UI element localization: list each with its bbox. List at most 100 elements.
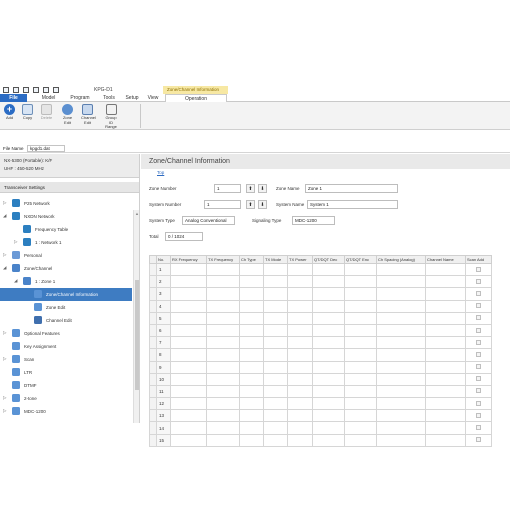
row-selector[interactable]: [149, 287, 157, 301]
table-cell[interactable]: [376, 262, 426, 277]
table-cell[interactable]: [263, 397, 288, 411]
table-cell[interactable]: [376, 372, 426, 386]
row-selector[interactable]: [149, 433, 157, 447]
tree-item[interactable]: ▷ MDC-1200: [0, 405, 132, 418]
table-cell[interactable]: [206, 299, 240, 313]
table-cell[interactable]: [206, 421, 240, 435]
scan-add-checkbox[interactable]: [476, 412, 481, 418]
column-header[interactable]: Ch Spacing (Analog): [376, 255, 426, 264]
table-cell[interactable]: [344, 360, 377, 374]
tree-item[interactable]: ◢ 1 : Zone 1: [0, 275, 132, 288]
table-row[interactable]: 4: [149, 299, 492, 313]
collapse-icon[interactable]: ◢: [14, 278, 17, 284]
table-cell[interactable]: [263, 360, 288, 374]
table-cell[interactable]: [287, 421, 313, 435]
table-cell[interactable]: [287, 360, 313, 374]
system-number-down-button[interactable]: ⬇: [258, 200, 267, 209]
system-name-field[interactable]: System 1: [307, 200, 398, 209]
table-cell[interactable]: [263, 336, 288, 350]
group-id-range-button[interactable]: Group ID Range: [103, 104, 119, 130]
table-cell[interactable]: [287, 397, 313, 411]
table-cell[interactable]: [206, 433, 240, 447]
table-cell[interactable]: [425, 360, 466, 374]
table-cell[interactable]: [425, 287, 466, 301]
table-cell[interactable]: [239, 372, 264, 386]
table-cell[interactable]: [239, 262, 264, 277]
table-cell[interactable]: [287, 299, 313, 313]
tree-scrollbar[interactable]: ▲: [133, 210, 139, 423]
row-selector[interactable]: [149, 299, 157, 313]
table-cell[interactable]: [287, 433, 313, 447]
table-row[interactable]: 14: [149, 421, 492, 435]
expand-icon[interactable]: ▷: [3, 252, 6, 258]
table-cell[interactable]: [239, 397, 264, 411]
table-cell[interactable]: [263, 409, 288, 423]
tree-item[interactable]: ▷ 2-tone: [0, 392, 132, 405]
table-row[interactable]: 5: [149, 311, 492, 325]
table-row[interactable]: 12: [149, 397, 492, 411]
table-cell[interactable]: [170, 397, 207, 411]
table-cell[interactable]: [312, 421, 345, 435]
tree-item[interactable]: Key Assignment: [0, 340, 132, 353]
table-cell[interactable]: [239, 360, 264, 374]
column-header[interactable]: Scan Add: [465, 255, 492, 264]
table-cell[interactable]: [287, 409, 313, 423]
column-header[interactable]: Ch Type: [239, 255, 264, 264]
table-cell[interactable]: [287, 348, 313, 362]
row-selector[interactable]: [149, 348, 157, 362]
table-cell[interactable]: [376, 299, 426, 313]
table-cell[interactable]: [312, 262, 345, 277]
table-cell[interactable]: [287, 323, 313, 338]
scan-add-checkbox[interactable]: [476, 425, 481, 431]
table-cell[interactable]: [344, 311, 377, 325]
table-cell[interactable]: [287, 384, 313, 399]
tree-item[interactable]: Zone/Channel Information: [0, 288, 132, 301]
table-cell[interactable]: [425, 348, 466, 362]
table-cell[interactable]: [239, 433, 264, 447]
table-cell[interactable]: [206, 348, 240, 362]
expand-icon[interactable]: ▷: [14, 239, 17, 245]
table-cell[interactable]: [425, 275, 466, 289]
scan-add-cell[interactable]: [465, 360, 492, 374]
delete-button[interactable]: Delete: [40, 104, 53, 121]
expand-icon[interactable]: ▷: [3, 330, 6, 336]
row-selector[interactable]: [149, 409, 157, 423]
scan-add-cell[interactable]: [465, 275, 492, 289]
table-cell[interactable]: [263, 287, 288, 301]
table-cell[interactable]: [344, 348, 377, 362]
table-cell[interactable]: [344, 262, 377, 277]
tab-model[interactable]: Model: [36, 94, 61, 102]
table-cell[interactable]: [206, 409, 240, 423]
table-cell[interactable]: [170, 311, 207, 325]
tree-item[interactable]: ◢ NXDN Network: [0, 210, 132, 223]
tree-item[interactable]: ▷ Scan: [0, 353, 132, 366]
table-cell[interactable]: [206, 384, 240, 399]
row-selector[interactable]: [149, 336, 157, 350]
table-cell[interactable]: [425, 433, 466, 447]
table-cell[interactable]: [170, 323, 207, 338]
tree-item[interactable]: Zone Edit: [0, 301, 132, 314]
table-cell[interactable]: [312, 384, 345, 399]
table-cell[interactable]: [376, 311, 426, 325]
table-cell[interactable]: [170, 360, 207, 374]
table-cell[interactable]: [425, 384, 466, 399]
table-row[interactable]: 3: [149, 287, 492, 301]
table-cell[interactable]: [376, 384, 426, 399]
table-cell[interactable]: [425, 397, 466, 411]
zone-number-down-button[interactable]: ⬇: [258, 184, 267, 193]
table-cell[interactable]: [344, 336, 377, 350]
column-header[interactable]: QT/DQT Enc: [344, 255, 377, 264]
scan-add-checkbox[interactable]: [476, 327, 481, 333]
table-cell[interactable]: [312, 287, 345, 301]
scan-add-cell[interactable]: [465, 336, 492, 350]
column-header[interactable]: Channel Name: [425, 255, 466, 264]
table-cell[interactable]: [170, 348, 207, 362]
table-cell[interactable]: [206, 275, 240, 289]
table-cell[interactable]: [263, 262, 288, 277]
scan-add-checkbox[interactable]: [476, 278, 481, 284]
table-cell[interactable]: [206, 287, 240, 301]
table-cell[interactable]: [170, 336, 207, 350]
scan-add-checkbox[interactable]: [476, 315, 481, 321]
tab-program[interactable]: Program: [66, 94, 94, 102]
table-cell[interactable]: [170, 409, 207, 423]
